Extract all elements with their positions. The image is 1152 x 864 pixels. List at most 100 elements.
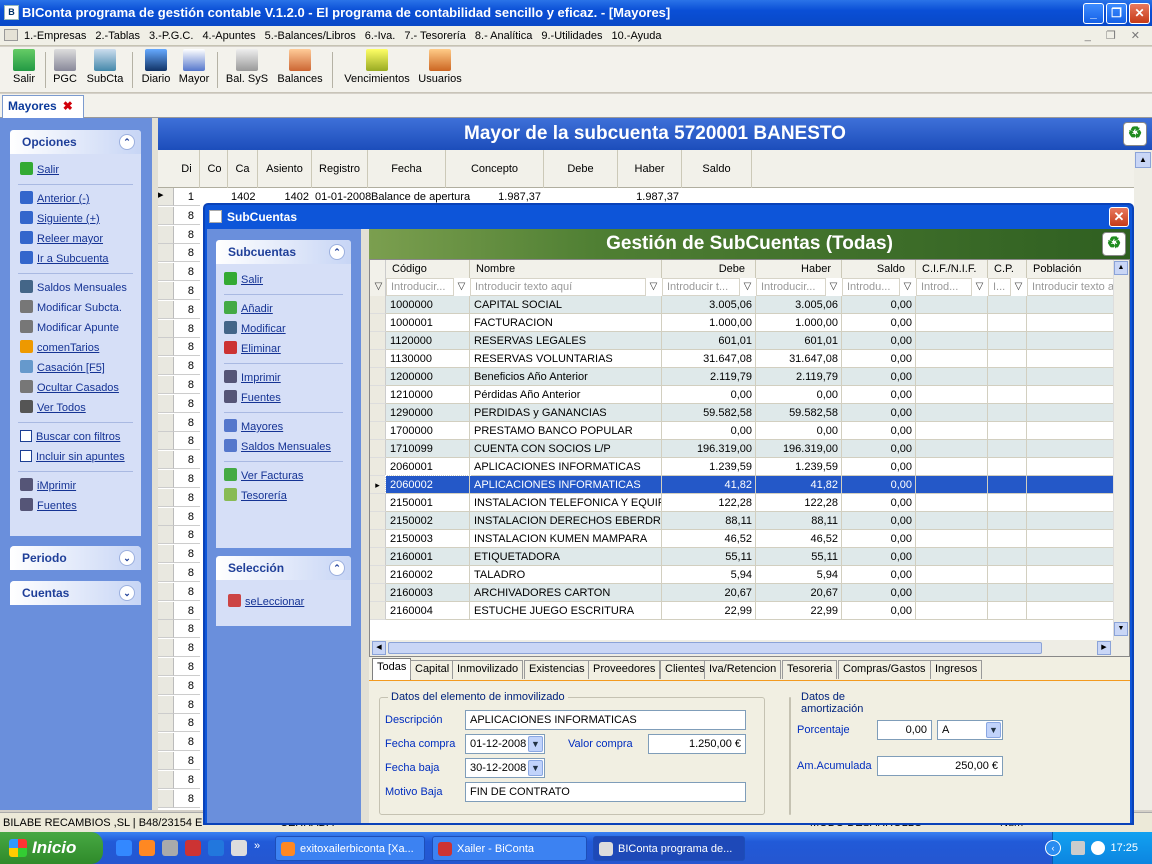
- window-title-bar[interactable]: B BIConta programa de gestión contable V…: [0, 0, 1152, 26]
- subcuentas-item[interactable]: Eliminar: [216, 339, 351, 359]
- scroll-up-icon[interactable]: ▲: [1135, 152, 1151, 168]
- column-filter-input[interactable]: Introducir t...: [662, 278, 740, 296]
- scroll-up-icon[interactable]: ▲: [1114, 261, 1128, 275]
- tab-ingresos[interactable]: Ingresos: [930, 660, 983, 679]
- descripcion-field[interactable]: APLICACIONES INFORMATICAS: [465, 710, 746, 730]
- quicklaunch-more-icon[interactable]: »: [254, 840, 260, 852]
- start-button[interactable]: Inicio: [0, 832, 103, 864]
- option-item[interactable]: Ocultar Casados: [10, 378, 141, 398]
- grid-vertical-scrollbar[interactable]: [1113, 260, 1129, 640]
- collapse-icon[interactable]: ⌃: [119, 134, 135, 150]
- subcuentas-item[interactable]: Fuentes: [216, 388, 351, 408]
- close-tab-icon[interactable]: ✖: [63, 99, 73, 113]
- option-item[interactable]: Casación [F5]: [10, 358, 141, 378]
- mayor-col-header[interactable]: Debe: [544, 150, 618, 188]
- scroll-down-icon[interactable]: ▼: [1114, 622, 1128, 636]
- balances-button[interactable]: Balances: [276, 49, 324, 85]
- dialog-title-bar[interactable]: SubCuentas ✕: [205, 205, 1132, 229]
- tab-existencias[interactable]: Existencias: [524, 660, 590, 679]
- task-biconta[interactable]: BIConta programa de...: [593, 836, 745, 861]
- fecha-compra-field[interactable]: 01-12-2008 ▼: [465, 734, 545, 754]
- porcentaje-field[interactable]: 0,00: [877, 720, 932, 740]
- mayor-col-header[interactable]: Di: [174, 150, 200, 188]
- menu-item-9[interactable]: 9.-Utilidades: [541, 30, 602, 42]
- tab-inmovilizado[interactable]: Inmovilizado: [452, 660, 524, 679]
- option-item[interactable]: Saldos Mensuales: [10, 278, 141, 298]
- subcuentas-item[interactable]: Añadir: [216, 299, 351, 319]
- subcuentas-grid[interactable]: Código Introducir... ▽ Nombre Introducir tex…: [369, 259, 1130, 657]
- mayor-button[interactable]: Mayor: [177, 49, 211, 85]
- opciones-header[interactable]: Opciones ⌃: [10, 130, 141, 154]
- option-item[interactable]: Modificar Apunte: [10, 318, 141, 338]
- mayor-col-header[interactable]: Registro: [312, 150, 368, 188]
- expand-icon[interactable]: ⌄: [119, 585, 135, 601]
- cuentas-header[interactable]: Cuentas ⌄: [10, 581, 141, 605]
- tab-iva-retencion[interactable]: Iva/Retencion: [704, 660, 782, 679]
- subcuentas-item[interactable]: Tesorería: [216, 486, 351, 506]
- diario-button[interactable]: Diario: [138, 49, 174, 85]
- quicklaunch-xailer-icon[interactable]: [185, 840, 201, 856]
- filter-icon[interactable]: ▽: [740, 279, 755, 294]
- salir-button[interactable]: Salir: [6, 49, 42, 85]
- tab-mayores[interactable]: Mayores ✖: [2, 95, 84, 118]
- motivo-baja-field[interactable]: FIN DE CONTRATO: [465, 782, 746, 802]
- column-filter-input[interactable]: Introdu...: [842, 278, 900, 296]
- mayor-col-header[interactable]: Co: [202, 150, 228, 188]
- column-filter-input[interactable]: I...: [988, 278, 1011, 296]
- column-filter-input[interactable]: Introducir texto aq: [1027, 278, 1127, 296]
- bal-sys-button[interactable]: Bal. SyS: [224, 49, 270, 85]
- tab-tesoreria[interactable]: Tesoreria: [782, 660, 838, 679]
- acumulada-field[interactable]: 250,00 €: [877, 756, 1003, 776]
- menu-item-5[interactable]: 5.-Balances/Libros: [265, 30, 356, 42]
- pgc-button[interactable]: PGC: [50, 49, 80, 85]
- clock[interactable]: 17:25: [1110, 842, 1138, 854]
- tab-capital[interactable]: Capital: [410, 660, 455, 679]
- mayor-col-header[interactable]: Concepto: [446, 150, 544, 188]
- scroll-left-icon[interactable]: ◀: [372, 641, 386, 655]
- option-item[interactable]: Fuentes: [10, 496, 141, 516]
- quicklaunch-ie-icon[interactable]: [116, 840, 132, 856]
- subcuentas-col-header[interactable]: Haber: [756, 260, 842, 278]
- subcuentas-header[interactable]: Subcuentas ⌃: [216, 240, 351, 264]
- valor-compra-field[interactable]: 1.250,00 €: [648, 734, 746, 754]
- menu-item-6[interactable]: 6.-Iva.: [365, 30, 396, 42]
- filter-icon[interactable]: ▽: [900, 279, 915, 294]
- mayor-col-header[interactable]: Fecha: [368, 150, 446, 188]
- subcuentas-col-header[interactable]: Saldo: [842, 260, 916, 278]
- option-item[interactable]: Modificar Subcta.: [10, 298, 141, 318]
- mayor-col-header[interactable]: Saldo: [682, 150, 752, 188]
- menu-item-4[interactable]: 4.-Apuntes: [202, 30, 255, 42]
- option-item[interactable]: Ir a Subcuenta: [10, 249, 141, 269]
- option-item[interactable]: iMprimir: [10, 476, 141, 496]
- tray-expand-icon[interactable]: ‹: [1045, 840, 1061, 856]
- mdi-controls[interactable]: _ ❐ ✕: [1085, 26, 1146, 46]
- periodo-header[interactable]: Periodo ⌄: [10, 546, 141, 570]
- subcuentas-item[interactable]: Salir: [216, 270, 351, 290]
- menu-item-1[interactable]: 1.-Empresas: [24, 30, 86, 42]
- calendar-dropdown-icon[interactable]: ▼: [528, 736, 543, 752]
- filter-icon[interactable]: ▽: [1011, 279, 1026, 294]
- option-item[interactable]: Salir: [10, 160, 141, 180]
- calendar-dropdown-icon[interactable]: ▼: [528, 760, 543, 776]
- seleccion-header[interactable]: Selección ⌃: [216, 556, 351, 580]
- quicklaunch-app-icon[interactable]: [208, 840, 224, 856]
- collapse-icon[interactable]: ⌃: [329, 560, 345, 576]
- mayor-col-header[interactable]: Ca: [228, 150, 258, 188]
- option-item[interactable]: Anterior (-): [10, 189, 141, 209]
- filter-icon[interactable]: ▽: [972, 279, 987, 294]
- scroll-thumb[interactable]: [388, 642, 1042, 654]
- checkbox-icon[interactable]: [20, 430, 32, 442]
- subcuentas-col-header[interactable]: Código: [386, 260, 470, 278]
- subcuentas-item[interactable]: Saldos Mensuales: [216, 437, 351, 457]
- scroll-right-icon[interactable]: ▶: [1097, 641, 1111, 655]
- column-filter-input[interactable]: Introducir...: [386, 278, 454, 296]
- expand-icon[interactable]: ⌄: [119, 550, 135, 566]
- column-filter-input[interactable]: Introducir...: [756, 278, 826, 296]
- quicklaunch-tool-icon[interactable]: [162, 840, 178, 856]
- tab-proveedores[interactable]: Proveedores: [588, 660, 661, 679]
- checkbox-icon[interactable]: [20, 450, 32, 462]
- menu-item-10[interactable]: 10.-Ayuda: [612, 30, 662, 42]
- dialog-close-button[interactable]: ✕: [1109, 207, 1129, 227]
- filter-icon[interactable]: ▽: [826, 279, 841, 294]
- maximize-button[interactable]: ❐: [1106, 3, 1127, 24]
